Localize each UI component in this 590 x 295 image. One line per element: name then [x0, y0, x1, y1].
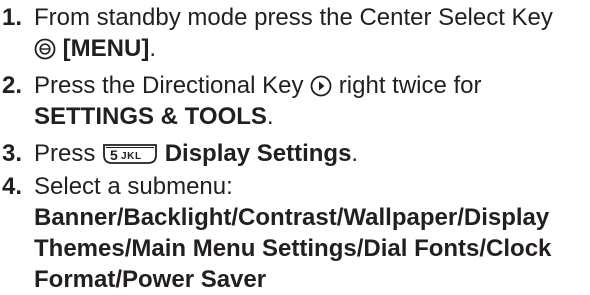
- step-number: 2.: [2, 72, 23, 99]
- step-number: 3.: [2, 140, 23, 167]
- step-text: Press: [34, 140, 96, 167]
- step-line: SETTINGS & TOOLS.: [34, 101, 590, 132]
- punctuation: .: [266, 103, 274, 130]
- step-text: Press the Directional Key: [34, 72, 304, 99]
- instruction-list: 1. From standby mode press the Center Se…: [0, 0, 590, 293]
- step-line: From standby mode press the Center Selec…: [34, 2, 590, 33]
- step-line: Press the Directional Key right twice fo…: [34, 70, 590, 101]
- step-line: Press 5 JKL Display Settings.: [34, 138, 590, 169]
- step-text-2: right twice for: [338, 72, 482, 99]
- center-select-key-icon: [34, 38, 56, 60]
- step-number: 1.: [2, 4, 23, 31]
- svg-text:JKL: JKL: [121, 151, 142, 162]
- directional-key-right-icon: [310, 75, 332, 97]
- step-line: [MENU].: [34, 33, 590, 64]
- submenu-options-line: Themes/Main Menu Settings/Dial Fonts/Clo…: [34, 235, 552, 262]
- step-body: From standby mode press the Center Selec…: [34, 2, 590, 64]
- step-body: Press the Directional Key right twice fo…: [34, 70, 590, 132]
- display-settings-label: Display Settings: [164, 140, 352, 167]
- submenu-options-line: Format/Power Saver: [34, 266, 267, 293]
- settings-tools-label: SETTINGS & TOOLS: [34, 103, 267, 130]
- menu-key-label: [MENU]: [62, 35, 150, 62]
- step-body: Press 5 JKL Display Settings.: [34, 138, 590, 169]
- submenu-options-line: Banner/Backlight/Contrast/Wallpaper/Disp…: [34, 204, 550, 231]
- step-text: From standby mode press the Center Selec…: [34, 4, 553, 31]
- svg-text:5: 5: [110, 147, 118, 163]
- step-number: 4.: [2, 173, 23, 200]
- step-text: Select a submenu:: [34, 173, 233, 200]
- punctuation: .: [351, 140, 359, 167]
- key-5-jkl-icon: 5 JKL: [102, 143, 158, 165]
- step-line: Select a submenu:: [34, 171, 590, 202]
- punctuation: .: [149, 35, 156, 62]
- step-body: Select a submenu: Banner/Backlight/Contr…: [34, 171, 590, 295]
